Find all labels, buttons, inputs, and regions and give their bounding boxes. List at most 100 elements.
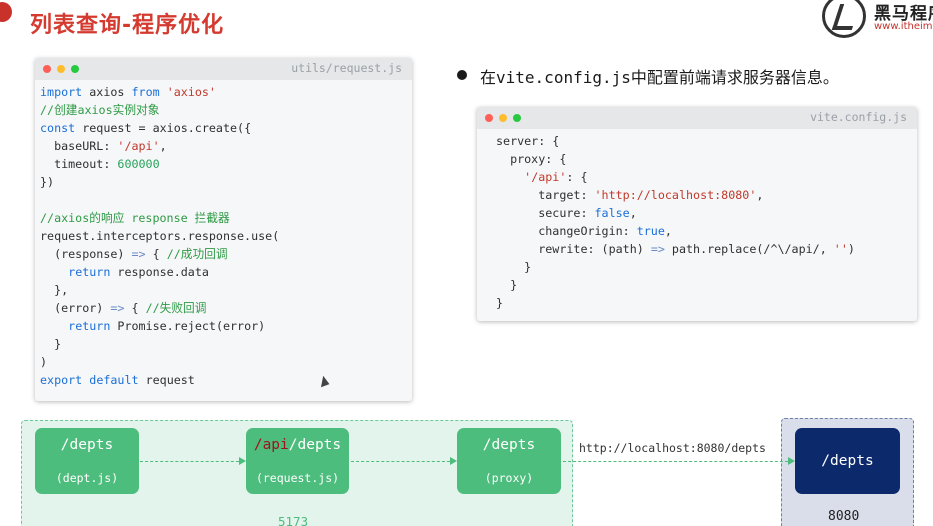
code-card-header: utils/request.js [35, 58, 412, 80]
code-line: changeOrigin: true, [496, 222, 917, 240]
code-block: import axios from 'axios' //创建axios实例对象 co… [35, 80, 412, 389]
brand-logo: 黑马程序 www.itheim [820, 0, 933, 40]
code-token: }, [40, 283, 69, 297]
code-line: //创建axios实例对象 [40, 101, 412, 119]
node-source: (dept.js) [55, 471, 119, 485]
node-dept-js: /depts (dept.js) [35, 428, 139, 494]
window-minimize-dot-icon [499, 114, 507, 122]
code-token: 'axios' [166, 85, 216, 99]
code-token: , [756, 188, 764, 202]
code-token: } [496, 260, 532, 274]
code-line: baseURL: '/api', [40, 137, 412, 155]
code-token: } [40, 337, 62, 351]
code-token: } [496, 296, 504, 310]
code-token: } [496, 278, 518, 292]
code-token: }) [40, 175, 55, 189]
code-token: => [110, 301, 125, 315]
node-request-js: /api/depts (request.js) [246, 428, 349, 494]
flow-arrow-icon [351, 457, 457, 465]
code-line: (error) => { //失败回调 [40, 299, 412, 317]
node-server: /depts [795, 428, 900, 494]
logo-url: www.itheim [874, 21, 933, 32]
vite-config-code-card: vite.config.js server: { proxy: { '/api'… [477, 107, 917, 321]
code-token: return [68, 265, 111, 279]
code-block: server: { proxy: { '/api': { target: 'ht… [477, 129, 917, 312]
code-token: ) [847, 242, 855, 256]
code-token: export [40, 373, 83, 387]
code-token: => [131, 247, 146, 261]
code-line: rewrite: (path) => path.replace(/^\/api/… [496, 240, 917, 258]
request-js-code-card: utils/request.js import axios from 'axio… [35, 58, 412, 401]
code-line: proxy: { [496, 150, 917, 168]
bullet-code: vite.config.js [496, 68, 631, 87]
node-path: /depts [60, 437, 114, 453]
code-line: return response.data [40, 263, 412, 281]
code-line: '/api': { [496, 168, 917, 186]
frontend-port-label: 5173 [278, 514, 309, 526]
code-token: response.data [110, 265, 209, 279]
code-token: false [594, 206, 630, 220]
code-token: '/api' [117, 139, 160, 153]
code-token: default [89, 373, 139, 387]
code-line: const request = axios.create({ [40, 119, 412, 137]
code-line: } [496, 258, 917, 276]
code-line: secure: false, [496, 204, 917, 222]
code-line: import axios from 'axios' [40, 83, 412, 101]
window-maximize-dot-icon [71, 65, 79, 73]
code-token: '/api' [524, 170, 567, 184]
code-token: => [650, 242, 665, 256]
code-token: target: [496, 188, 595, 202]
code-token: rewrite: (path) [496, 242, 651, 256]
window-close-dot-icon [485, 114, 493, 122]
code-token: request.interceptors.response.use( [40, 229, 280, 243]
code-token: , [629, 206, 637, 220]
code-card-header: vite.config.js [477, 107, 917, 129]
bullet-point-icon [457, 70, 467, 80]
code-token: (error) [40, 301, 111, 315]
code-filename: vite.config.js [810, 110, 907, 124]
title-decoration-dot [0, 2, 12, 22]
code-token: secure: [496, 206, 595, 220]
code-token: true [636, 224, 665, 238]
bullet-text: 在vite.config.js中配置前端请求服务器信息。 [480, 64, 839, 88]
code-token: Promise.reject(error) [110, 319, 266, 333]
node-proxy: /depts (proxy) [457, 428, 561, 494]
code-token: return [68, 319, 111, 333]
node-source: (request.js) [255, 471, 340, 485]
code-token: (response) [40, 247, 132, 261]
proxy-target-url: http://localhost:8080/depts [579, 441, 766, 455]
code-line: request.interceptors.response.use( [40, 227, 412, 245]
code-token: request [138, 373, 195, 387]
flow-arrow-icon [563, 457, 795, 465]
code-token: from [131, 85, 160, 99]
code-token: { [124, 301, 146, 315]
code-token: const [40, 121, 76, 135]
window-close-dot-icon [43, 65, 51, 73]
node-source: (proxy) [484, 471, 534, 485]
code-token: , [664, 224, 672, 238]
code-token: request = axios.create({ [75, 121, 252, 135]
code-token: path.replace(/^\/api/, [664, 242, 834, 256]
code-line: (response) => { //成功回调 [40, 245, 412, 263]
server-port-label: 8080 [828, 509, 860, 524]
node-path-rest: /depts [288, 437, 342, 453]
code-line: export default request [40, 371, 412, 389]
code-token: //失败回调 [145, 301, 207, 315]
code-line: }) [40, 173, 412, 191]
code-line: return Promise.reject(error) [40, 317, 412, 335]
code-line: } [496, 276, 917, 294]
code-token: proxy: { [496, 152, 567, 166]
code-token: import [40, 85, 83, 99]
code-token: //axios的响应 response 拦截器 [40, 211, 230, 225]
node-path: /depts [821, 453, 874, 469]
window-minimize-dot-icon [57, 65, 65, 73]
code-token: , [159, 139, 167, 153]
code-line: ) [40, 353, 412, 371]
code-token: 600000 [117, 157, 160, 171]
code-token: axios [82, 85, 132, 99]
code-token: baseURL: [40, 139, 118, 153]
